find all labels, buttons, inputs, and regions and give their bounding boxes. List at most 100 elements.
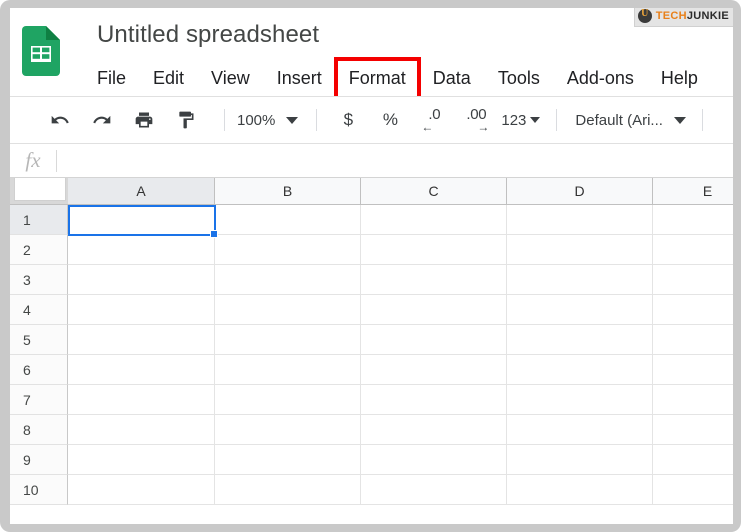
column-header-d[interactable]: D (507, 178, 653, 204)
column-headers: ABCDE (10, 178, 733, 205)
increase-decimal-button[interactable]: .00 → (459, 105, 493, 135)
redo-icon[interactable] (86, 105, 118, 135)
chevron-down-icon (286, 117, 298, 124)
cell-c1[interactable] (361, 205, 507, 235)
cell-c8[interactable] (361, 415, 507, 445)
arrow-left-icon: ← (421, 122, 433, 132)
cell-e9[interactable] (653, 445, 733, 475)
cell-c4[interactable] (361, 295, 507, 325)
zoom-control[interactable]: 100% (237, 112, 298, 129)
fx-icon: fx (10, 148, 56, 173)
cell-d2[interactable] (507, 235, 653, 265)
cell-e7[interactable] (653, 385, 733, 415)
cell-d7[interactable] (507, 385, 653, 415)
cell-a9[interactable] (68, 445, 215, 475)
cell-d9[interactable] (507, 445, 653, 475)
cell-e4[interactable] (653, 295, 733, 325)
watermark-text-primary: TECH (656, 10, 687, 22)
percent-format-button[interactable]: % (375, 105, 405, 135)
decrease-decimal-button[interactable]: .0 ← (417, 105, 451, 135)
row-header-7[interactable]: 7 (10, 385, 68, 415)
grid-row: 2 (10, 235, 733, 265)
cell-c3[interactable] (361, 265, 507, 295)
formula-input[interactable] (57, 144, 733, 177)
cell-b8[interactable] (215, 415, 361, 445)
grid-row: 6 (10, 355, 733, 385)
cell-b3[interactable] (215, 265, 361, 295)
cell-a5[interactable] (68, 325, 215, 355)
cell-b1[interactable] (215, 205, 361, 235)
cell-e10[interactable] (653, 475, 733, 505)
menu-file[interactable]: File (97, 63, 126, 93)
row-header-10[interactable]: 10 (10, 475, 68, 505)
cell-e3[interactable] (653, 265, 733, 295)
column-header-b[interactable]: B (215, 178, 361, 204)
cell-d1[interactable] (507, 205, 653, 235)
menu-tools[interactable]: Tools (498, 63, 540, 93)
menu-view[interactable]: View (211, 63, 250, 93)
cell-b7[interactable] (215, 385, 361, 415)
cell-b6[interactable] (215, 355, 361, 385)
document-title[interactable]: Untitled spreadsheet (97, 21, 319, 49)
cell-e8[interactable] (653, 415, 733, 445)
menu-data[interactable]: Data (433, 63, 471, 93)
row-header-5[interactable]: 5 (10, 325, 68, 355)
toolbar: 100% $ % .0 ← .00 → 123 Default (Ari... (10, 96, 733, 143)
menu-addons[interactable]: Add-ons (567, 63, 634, 93)
cell-a8[interactable] (68, 415, 215, 445)
column-header-c[interactable]: C (361, 178, 507, 204)
undo-icon[interactable] (44, 105, 76, 135)
cell-d3[interactable] (507, 265, 653, 295)
row-header-4[interactable]: 4 (10, 295, 68, 325)
print-icon[interactable] (128, 105, 160, 135)
cell-e1[interactable] (653, 205, 733, 235)
cell-a7[interactable] (68, 385, 215, 415)
menu-help[interactable]: Help (661, 63, 698, 93)
row-header-8[interactable]: 8 (10, 415, 68, 445)
cell-b5[interactable] (215, 325, 361, 355)
cell-a1[interactable] (68, 205, 215, 235)
more-formats-control[interactable]: 123 (501, 112, 540, 129)
cell-c6[interactable] (361, 355, 507, 385)
row-header-3[interactable]: 3 (10, 265, 68, 295)
spreadsheet-grid[interactable]: ABCDE 12345678910 (10, 178, 733, 510)
menu-format[interactable]: Format (349, 63, 406, 93)
cell-a4[interactable] (68, 295, 215, 325)
menu-format-container: Format (349, 63, 406, 93)
cell-d6[interactable] (507, 355, 653, 385)
google-sheets-icon[interactable] (22, 26, 60, 76)
cell-b9[interactable] (215, 445, 361, 475)
row-header-9[interactable]: 9 (10, 445, 68, 475)
cell-e5[interactable] (653, 325, 733, 355)
select-all-corner[interactable] (10, 178, 68, 204)
cell-d4[interactable] (507, 295, 653, 325)
cell-e2[interactable] (653, 235, 733, 265)
grid-row: 3 (10, 265, 733, 295)
row-header-1[interactable]: 1 (10, 205, 68, 235)
font-family-control[interactable]: Default (Ari... (575, 112, 686, 129)
cell-c9[interactable] (361, 445, 507, 475)
cell-c2[interactable] (361, 235, 507, 265)
cell-e6[interactable] (653, 355, 733, 385)
menu-insert[interactable]: Insert (277, 63, 322, 93)
cell-b4[interactable] (215, 295, 361, 325)
cell-b10[interactable] (215, 475, 361, 505)
column-header-a[interactable]: A (68, 178, 215, 204)
menu-edit[interactable]: Edit (153, 63, 184, 93)
cell-d8[interactable] (507, 415, 653, 445)
cell-a3[interactable] (68, 265, 215, 295)
paint-format-icon[interactable] (170, 105, 202, 135)
cell-d10[interactable] (507, 475, 653, 505)
cell-b2[interactable] (215, 235, 361, 265)
cell-c7[interactable] (361, 385, 507, 415)
row-header-6[interactable]: 6 (10, 355, 68, 385)
cell-c5[interactable] (361, 325, 507, 355)
cell-a2[interactable] (68, 235, 215, 265)
cell-d5[interactable] (507, 325, 653, 355)
row-header-2[interactable]: 2 (10, 235, 68, 265)
currency-format-button[interactable]: $ (333, 105, 363, 135)
cell-a6[interactable] (68, 355, 215, 385)
cell-a10[interactable] (68, 475, 215, 505)
cell-c10[interactable] (361, 475, 507, 505)
column-header-e[interactable]: E (653, 178, 733, 204)
